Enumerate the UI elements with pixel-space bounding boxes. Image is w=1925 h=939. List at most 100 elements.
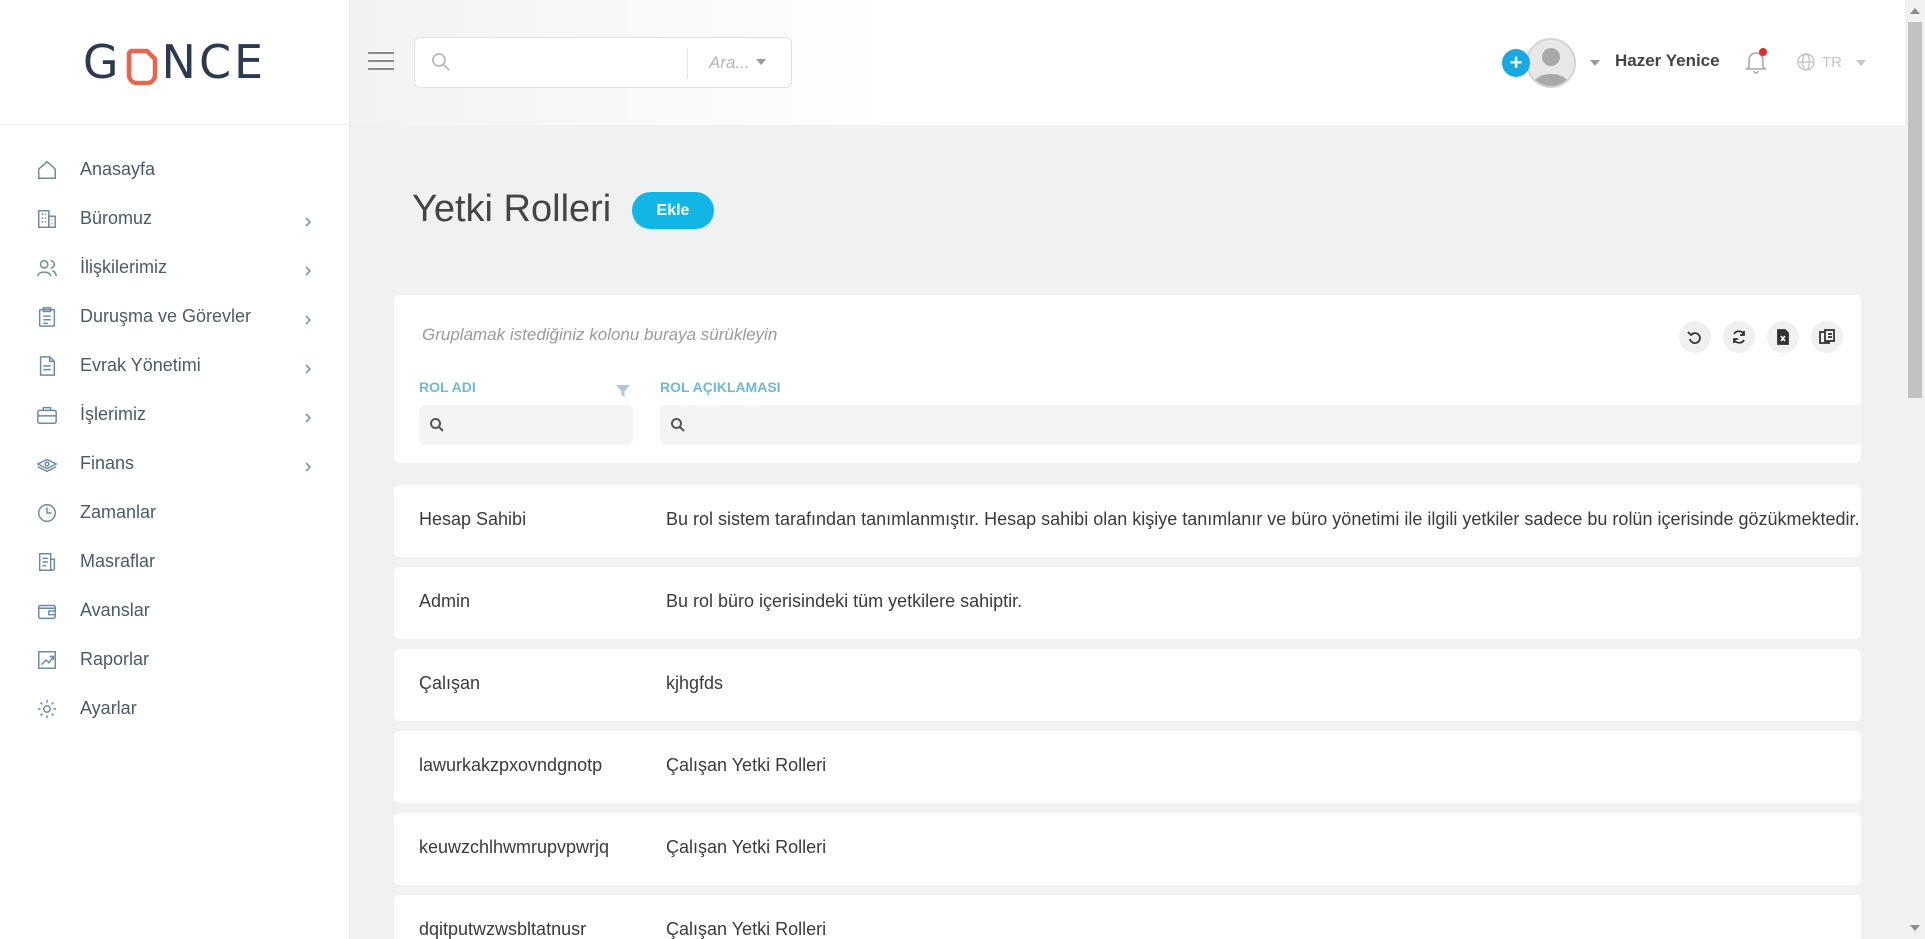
briefcase-icon — [36, 404, 58, 426]
column-header-rol-adi[interactable]: ROL ADI — [419, 379, 476, 395]
user-menu-chevron-icon[interactable] — [1590, 60, 1600, 66]
document-icon — [36, 355, 58, 377]
sidebar-item-label: Zamanlar — [80, 502, 157, 522]
column-chooser-icon — [1819, 329, 1835, 344]
menu-toggle-icon[interactable] — [368, 52, 394, 72]
sidebar-item-masraflar[interactable]: Masraflar — [0, 537, 349, 586]
role-description-cell: Çalışan Yetki Rolleri — [666, 755, 827, 775]
chevron-right-icon — [303, 263, 313, 276]
undo-icon — [1687, 331, 1701, 344]
role-description-cell: Çalışan Yetki Rolleri — [666, 919, 827, 939]
export-excel-button[interactable] — [1767, 321, 1799, 353]
refresh-button[interactable] — [1723, 321, 1755, 353]
sidebar-item-evrak-yonetimi[interactable]: Evrak Yönetimi — [0, 341, 349, 390]
sidebar-item-label: İşlerimiz — [80, 404, 146, 424]
table-row[interactable]: Hesap Sahibi Bu rol sistem tarafından ta… — [394, 485, 1861, 557]
sidebar-item-anasayfa[interactable]: Anasayfa — [0, 145, 349, 194]
user-name[interactable]: Hazer Yenice — [1615, 51, 1720, 71]
sidebar-item-iliskilerimiz[interactable]: İlişkilerimiz — [0, 243, 349, 292]
logo[interactable]: G NCE — [0, 0, 349, 125]
receipt-icon — [36, 551, 58, 573]
excel-icon — [1777, 329, 1789, 345]
scroll-down-arrow-icon[interactable] — [1910, 925, 1920, 931]
logo-text-start: G — [82, 35, 122, 89]
search-input[interactable] — [459, 48, 674, 78]
logo-mark-icon — [123, 42, 161, 86]
chevron-down-icon — [1856, 60, 1866, 66]
clipboard-icon — [36, 306, 58, 328]
sidebar-item-label: Raporlar — [80, 649, 150, 669]
sidebar-item-label: Evrak Yönetimi — [80, 355, 201, 375]
search-divider — [687, 48, 688, 79]
filter-rol-aciklamasi — [660, 405, 1861, 445]
chevron-right-icon — [303, 361, 313, 374]
top-header: Ara... + Hazer Yenice TR — [350, 0, 1905, 125]
scroll-thumb[interactable] — [1908, 22, 1922, 398]
sidebar-item-label: Masraflar — [80, 551, 156, 571]
add-role-button[interactable]: Ekle — [632, 192, 714, 229]
sidebar-item-label: İlişkilerimiz — [80, 257, 167, 277]
notification-dot — [1759, 48, 1767, 56]
sidebar-item-zamanlar[interactable]: Zamanlar — [0, 488, 349, 537]
language-selector[interactable]: TR — [1796, 52, 1871, 74]
sidebar-item-avanslar[interactable]: Avanslar — [0, 586, 349, 635]
undo-button[interactable] — [1679, 321, 1711, 353]
chart-icon — [36, 649, 58, 671]
sidebar-item-label: Duruşma ve Görevler — [80, 306, 252, 326]
page-scrollbar[interactable] — [1905, 0, 1925, 939]
sidebar-nav: Anasayfa Büromuz İlişkilerimiz Duruşma v… — [0, 145, 349, 733]
table-row[interactable]: Admin Bu rol büro içerisindeki tüm yetki… — [394, 567, 1861, 639]
building-icon — [36, 208, 58, 230]
table-row[interactable]: Çalışan kjhgfds — [394, 649, 1861, 721]
notification-bell-icon[interactable] — [1745, 48, 1767, 74]
filter-icon[interactable] — [616, 384, 630, 398]
role-name-cell: Çalışan — [419, 673, 481, 693]
sidebar-item-buromuz[interactable]: Büromuz — [0, 194, 349, 243]
filter-rol-aciklamasi-input[interactable] — [694, 411, 1834, 439]
filter-rol-adi-input[interactable] — [453, 411, 623, 439]
page-title: Yetki Rolleri — [412, 188, 612, 230]
clock-icon — [36, 502, 58, 524]
role-description-cell: Bu rol sistem tarafından tanımlanmıştır.… — [666, 509, 1860, 529]
sidebar-item-label: Finans — [80, 453, 135, 473]
group-panel-hint[interactable]: Gruplamak istediğiniz kolonu buraya sürü… — [422, 325, 777, 345]
sidebar-item-label: Ayarlar — [80, 698, 137, 718]
scroll-up-arrow-icon[interactable] — [1910, 8, 1920, 14]
sidebar-item-durusma-ve-gorevler[interactable]: Duruşma ve Görevler — [0, 292, 349, 341]
gear-icon — [36, 698, 58, 720]
sidebar-item-raporlar[interactable]: Raporlar — [0, 635, 349, 684]
role-name-cell: dqitputwzwsbltatnusr — [419, 919, 587, 939]
filter-rol-adi — [419, 405, 633, 445]
column-chooser-button[interactable] — [1811, 321, 1843, 353]
sidebar-item-islerimiz[interactable]: İşlerimiz — [0, 390, 349, 439]
quick-add-button[interactable]: + — [1502, 49, 1530, 77]
search-scope-label: Ara... — [709, 53, 750, 72]
globe-icon — [1797, 53, 1815, 71]
role-description-cell: Bu rol büro içerisindeki tüm yetkilere s… — [666, 591, 1023, 611]
global-search: Ara... — [414, 37, 792, 88]
role-description-cell: Çalışan Yetki Rolleri — [666, 837, 827, 857]
table-row[interactable]: dqitputwzwsbltatnusr Çalışan Yetki Rolle… — [394, 895, 1861, 939]
search-scope-select[interactable]: Ara... — [699, 50, 781, 76]
refresh-icon — [1733, 330, 1745, 344]
avatar[interactable] — [1526, 38, 1576, 88]
search-icon — [670, 417, 686, 433]
sidebar-item-label: Avanslar — [80, 600, 150, 620]
search-icon — [429, 417, 445, 433]
role-name-cell: Admin — [419, 591, 471, 611]
language-label: TR — [1822, 54, 1842, 71]
table-row[interactable]: keuwzchlhwmrupvpwrjq Çalışan Yetki Rolle… — [394, 813, 1861, 885]
sidebar-item-ayarlar[interactable]: Ayarlar — [0, 684, 349, 733]
role-name-cell: Hesap Sahibi — [419, 509, 527, 529]
logo-text-end: NCE — [161, 35, 267, 89]
chevron-right-icon — [303, 214, 313, 227]
home-icon — [36, 159, 58, 181]
chevron-down-icon — [756, 59, 766, 65]
grid-toolbar — [1679, 321, 1843, 353]
role-name-cell: lawurkakzpxovndgnotp — [419, 755, 603, 775]
chevron-right-icon — [303, 410, 313, 423]
sidebar-item-finans[interactable]: Finans — [0, 439, 349, 488]
table-row[interactable]: lawurkakzpxovndgnotp Çalışan Yetki Rolle… — [394, 731, 1861, 803]
users-icon — [36, 257, 58, 279]
column-header-rol-aciklamasi[interactable]: ROL AÇIKLAMASI — [660, 379, 781, 395]
